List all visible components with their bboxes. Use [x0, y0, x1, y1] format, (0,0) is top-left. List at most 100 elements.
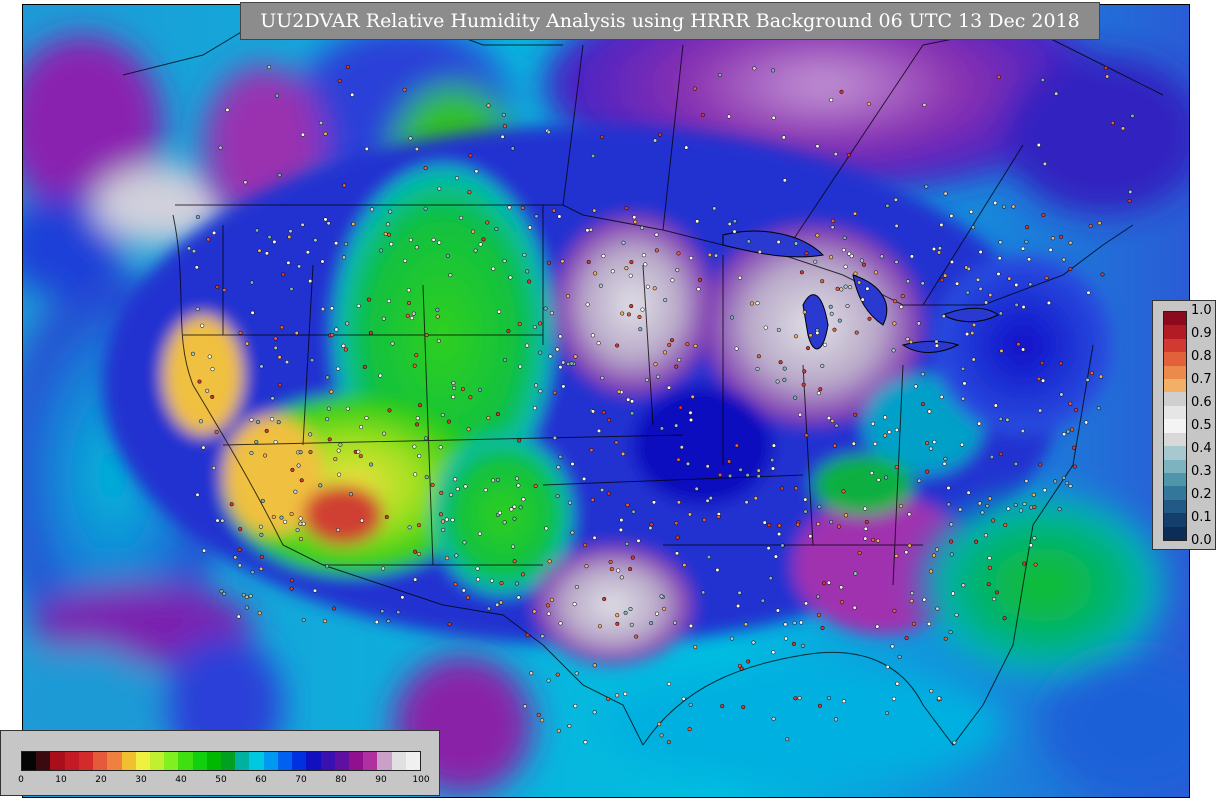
station-marker	[630, 555, 635, 560]
station-marker	[1048, 247, 1053, 252]
station-marker	[717, 72, 723, 77]
station-marker	[943, 273, 948, 278]
station-marker	[939, 278, 945, 283]
station-marker	[409, 316, 414, 321]
station-marker	[195, 214, 200, 220]
station-marker	[949, 259, 955, 265]
station-marker	[450, 517, 455, 523]
station-marker	[273, 336, 278, 341]
station-legend-tick: 0.1	[1191, 510, 1212, 525]
station-marker	[406, 288, 411, 293]
station-marker	[692, 86, 697, 91]
station-marker	[702, 517, 707, 522]
station-marker	[696, 287, 701, 292]
station-marker	[271, 514, 276, 519]
station-marker	[828, 304, 833, 309]
station-marker	[770, 458, 775, 463]
station-marker	[293, 489, 298, 494]
station-marker	[629, 622, 634, 627]
station-marker	[925, 469, 930, 474]
station-marker	[356, 303, 361, 308]
station-marker	[501, 112, 506, 117]
station-marker	[259, 532, 264, 537]
station-marker	[561, 384, 566, 389]
station-marker	[455, 486, 460, 492]
station-marker	[214, 429, 219, 435]
station-marker	[237, 547, 242, 552]
station-marker	[222, 288, 227, 293]
station-marker	[345, 64, 350, 70]
station-marker	[952, 740, 957, 745]
station-marker	[532, 609, 537, 614]
station-marker	[863, 506, 868, 511]
station-marker	[585, 228, 590, 233]
station-marker	[729, 315, 735, 320]
station-marker	[628, 273, 633, 278]
station-marker	[509, 507, 514, 512]
station-marker	[623, 610, 628, 615]
station-marker	[782, 377, 787, 382]
station-marker	[600, 487, 605, 493]
station-marker	[771, 443, 776, 448]
station-marker	[341, 255, 347, 260]
station-marker	[800, 643, 806, 648]
station-legend-swatch	[1164, 432, 1186, 448]
station-marker	[250, 570, 255, 575]
station-marker	[1032, 536, 1037, 541]
station-legend-swatch	[1164, 486, 1186, 501]
station-marker	[954, 612, 959, 617]
station-marker	[1064, 481, 1069, 486]
station-marker	[833, 152, 838, 157]
station-marker	[629, 260, 634, 265]
station-marker	[454, 176, 460, 181]
station-marker	[459, 215, 464, 220]
station-marker	[474, 169, 479, 174]
station-marker	[816, 521, 821, 527]
station-marker	[318, 483, 323, 488]
rh-colorbar-swatch	[235, 752, 251, 770]
station-marker	[254, 228, 260, 233]
station-marker	[884, 711, 890, 716]
station-marker	[776, 327, 781, 332]
station-marker	[272, 239, 277, 244]
rh-colorbar-swatch	[348, 752, 365, 770]
station-marker	[476, 577, 481, 582]
station-marker	[803, 497, 808, 502]
station-marker	[955, 281, 960, 286]
station-marker	[666, 385, 672, 390]
station-marker	[348, 492, 353, 497]
station-marker	[826, 416, 831, 421]
station-marker	[684, 145, 689, 150]
station-marker	[920, 372, 925, 377]
station-marker	[508, 275, 513, 280]
station-marker	[667, 342, 672, 347]
station-marker	[626, 312, 631, 317]
station-marker	[558, 334, 563, 339]
station-marker	[610, 269, 615, 274]
station-marker	[909, 254, 914, 259]
station-marker	[256, 419, 261, 425]
station-marker	[254, 440, 259, 445]
station-marker	[676, 457, 681, 462]
station-marker	[927, 409, 932, 414]
station-marker	[1022, 501, 1027, 507]
station-legend-tick: 0.8	[1191, 349, 1212, 364]
station-marker	[337, 78, 342, 83]
station-marker	[621, 240, 626, 245]
station-marker	[532, 325, 537, 330]
station-marker	[797, 695, 802, 701]
station-marker	[1044, 275, 1049, 281]
station-marker	[481, 237, 486, 242]
station-marker	[586, 259, 591, 265]
station-marker	[538, 321, 543, 326]
station-marker	[485, 220, 490, 225]
station-marker	[937, 250, 942, 255]
station-marker	[969, 209, 974, 214]
station-marker	[804, 601, 809, 606]
station-marker	[820, 279, 825, 284]
station-marker	[736, 603, 741, 609]
rh-colorbar-tick: 90	[375, 775, 387, 785]
station-marker	[948, 630, 953, 635]
station-marker	[207, 354, 212, 359]
station-marker	[495, 412, 500, 417]
